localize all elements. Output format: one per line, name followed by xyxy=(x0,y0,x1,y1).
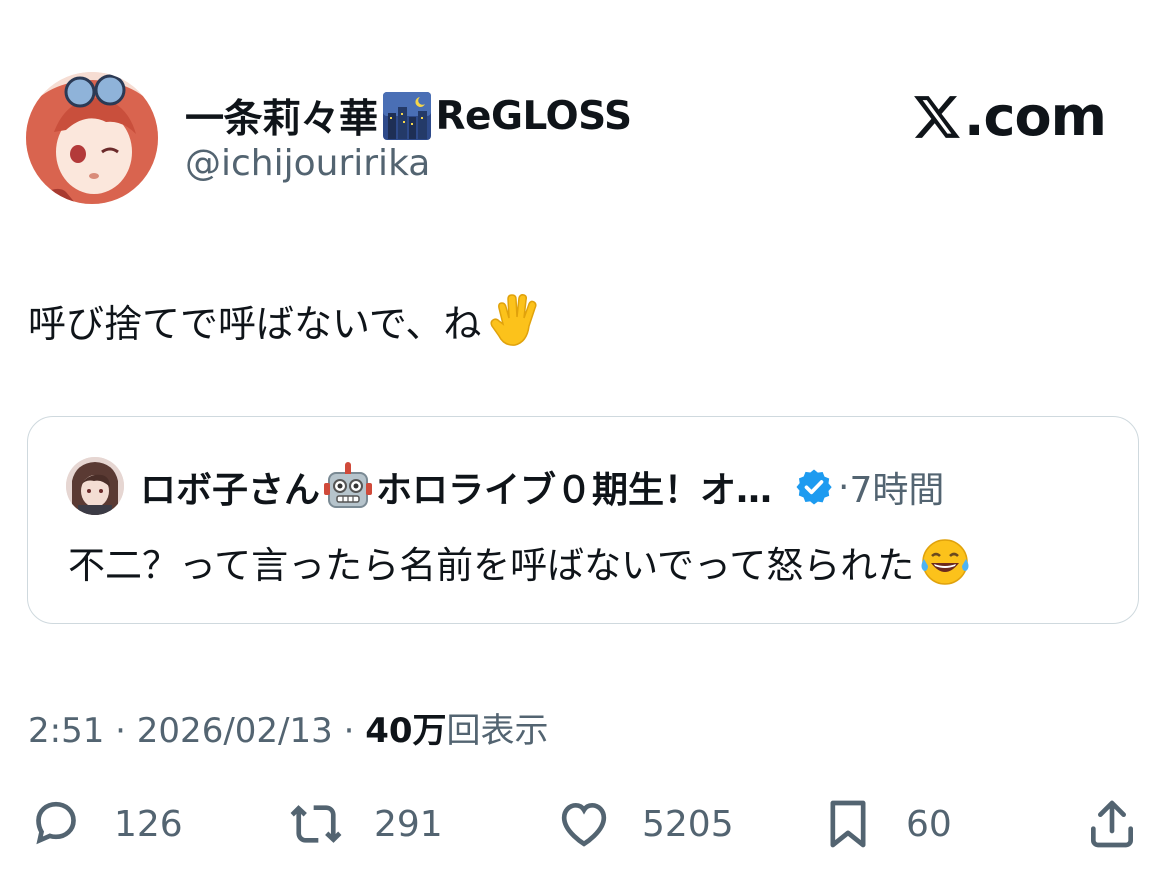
repost-count: 291 xyxy=(374,803,443,845)
quoted-header: ロボ子さん ホロライブ０期生！オ… · 7時間 xyxy=(140,461,944,513)
reply-count: 126 xyxy=(114,803,183,845)
quoted-avatar-image xyxy=(66,457,124,515)
like-count: 5205 xyxy=(642,803,734,845)
like-button[interactable]: 5205 xyxy=(556,796,734,852)
quoted-text: 不二？って言ったら名前を呼ばないでって怒られた xyxy=(68,535,972,589)
tweet-text: 呼び捨てで呼ばないで、ね xyxy=(28,290,545,350)
author-name-text: 一条莉々華 xyxy=(185,97,378,142)
quoted-author-avatar[interactable] xyxy=(66,457,124,515)
tweet-meta: 2:51 · 2026/02/13 · 40万回表示 xyxy=(28,703,549,752)
robot-emoji xyxy=(324,462,373,508)
share-icon xyxy=(1091,800,1133,848)
repost-icon xyxy=(290,805,342,843)
views-label: 回表示 xyxy=(446,711,549,751)
tweet-date[interactable]: 2026/02/13 xyxy=(137,711,333,751)
quoted-timestamp[interactable]: 7時間 xyxy=(849,461,944,513)
reply-button[interactable]: 126 xyxy=(28,796,183,852)
raised-hand-emoji xyxy=(490,294,537,346)
quoted-tweet-card[interactable]: ロボ子さん ホロライブ０期生！オ… · 7時間 不二？って言ったら名前を呼ばない… xyxy=(27,416,1139,624)
meta-separator: · xyxy=(104,711,137,751)
quoted-author-name[interactable]: ロボ子さん ホロライブ０期生！オ… xyxy=(140,461,772,513)
tweet-text-content: 呼び捨てで呼ばないで、ね xyxy=(28,301,482,346)
author-avatar[interactable] xyxy=(26,72,158,204)
quoted-author-name-suffix: ホロライブ０期生！オ… xyxy=(376,470,773,511)
bookmark-count: 60 xyxy=(906,803,952,845)
quoted-separator: · xyxy=(838,466,850,508)
brand-label: .com xyxy=(964,85,1107,148)
repost-button[interactable]: 291 xyxy=(288,796,443,852)
x-logo-icon xyxy=(914,95,960,138)
bookmark-icon xyxy=(830,800,866,848)
heart-icon xyxy=(561,802,607,847)
x-com-brand: .com xyxy=(912,85,1107,148)
quoted-text-content: 不二？って言ったら名前を呼ばないでって怒られた xyxy=(68,544,915,587)
night-city-emoji xyxy=(382,92,431,140)
author-display-name[interactable]: 一条莉々華 ReGLOSS xyxy=(185,88,632,144)
reply-icon xyxy=(36,801,76,845)
tweet-time[interactable]: 2:51 xyxy=(28,711,104,751)
author-handle[interactable]: @ichijouririka xyxy=(185,143,430,184)
bookmark-button[interactable]: 60 xyxy=(820,796,952,852)
quoted-author-name-text: ロボ子さん xyxy=(140,470,321,511)
verified-badge-icon xyxy=(796,469,832,505)
tears-of-joy-emoji xyxy=(921,539,969,585)
share-button[interactable] xyxy=(1084,796,1169,852)
views-count: 40万 xyxy=(365,711,447,751)
author-name-suffix: ReGLOSS xyxy=(435,93,633,139)
meta-separator: · xyxy=(332,711,366,751)
anime-girl-avatar-image xyxy=(26,72,158,204)
